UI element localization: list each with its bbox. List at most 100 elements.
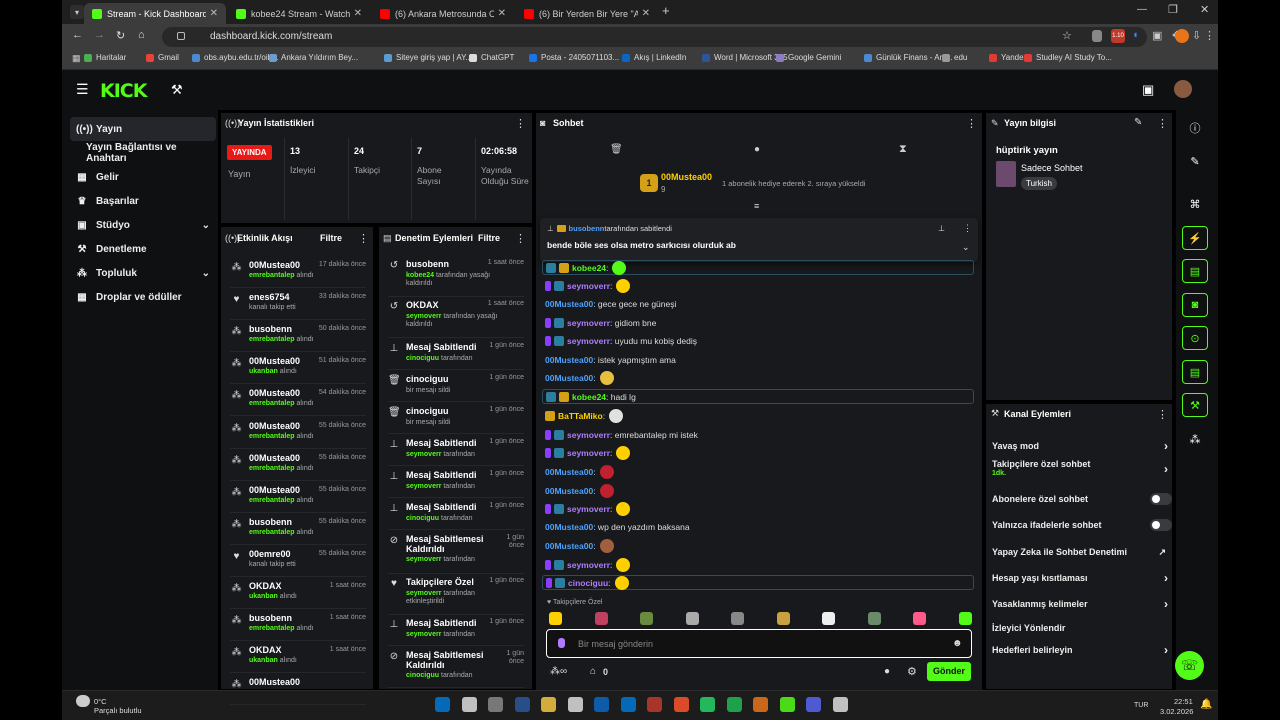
- extension-badge-icon[interactable]: 1.10: [1111, 29, 1125, 43]
- edit-icon[interactable]: ✎: [1182, 149, 1208, 173]
- audio-extension-icon[interactable]: ◖: [1132, 29, 1139, 41]
- message-icon[interactable]: ●: [754, 144, 760, 155]
- kick-logo[interactable]: KICK: [100, 80, 147, 102]
- moderation-action[interactable]: ⊘ Mesaj Sabitlemesi Kaldırıldı cinociguu t…: [388, 648, 524, 688]
- moderation-action[interactable]: ⊥ Mesaj Sabitlendi seymoverr tarafından 1 g…: [388, 468, 524, 498]
- nav-item-5[interactable]: ▣ Stüdyo ⌄: [70, 213, 216, 237]
- chat-username[interactable]: 00Mustea00: [545, 467, 593, 477]
- moderation-action[interactable]: ♥ Takipçilere Özel seymoverr tarafından et…: [388, 575, 524, 615]
- tab-close-icon[interactable]: ✕: [354, 8, 362, 19]
- gift-leader-name[interactable]: 00Mustea00: [661, 172, 712, 182]
- chat-username[interactable]: seymoverr: [567, 336, 610, 346]
- chat-message[interactable]: 00Mustea00:: [545, 538, 975, 554]
- chat-message[interactable]: 00Mustea00:: [545, 483, 975, 499]
- chat-message[interactable]: 00Mustea00:: [545, 370, 975, 386]
- channel-action-item[interactable]: Yasaklanmış kelimeler ›: [992, 594, 1172, 614]
- quick-emote-icon[interactable]: [776, 612, 790, 625]
- moderation-action[interactable]: ⊥ Mesaj Sabitlendi seymoverr tarafından 1 g…: [388, 616, 524, 646]
- info-icon[interactable]: ⓘ: [1182, 116, 1208, 140]
- browser-tab[interactable]: (6) Bir Yerden Bir Yere "Ankara" ✕: [516, 3, 658, 24]
- browser-menu-icon[interactable]: ⋮: [1204, 29, 1215, 42]
- lightning-icon[interactable]: ⚡: [1182, 226, 1208, 250]
- cast-icon[interactable]: ▣: [1152, 29, 1162, 42]
- chat-message[interactable]: kobee24: hadi lg: [542, 389, 974, 404]
- broadcast-panel-icon[interactable]: ⊙: [1182, 326, 1208, 350]
- chat-username[interactable]: cinociguu: [568, 578, 608, 588]
- stats-more-icon[interactable]: ⋮: [515, 117, 526, 130]
- taskbar-app-icon[interactable]: [753, 697, 768, 712]
- quick-emote-icon[interactable]: [549, 612, 562, 625]
- activity-event[interactable]: ⁂ 00Mustea00 ukanban alındı 51 dakika önce: [230, 354, 366, 385]
- nav-item-3[interactable]: ▦ Gelir: [70, 165, 216, 189]
- tab-close-icon[interactable]: ✕: [642, 8, 650, 19]
- taskbar-app-icon[interactable]: [435, 697, 450, 712]
- channel-actions-more-icon[interactable]: ⋮: [1157, 408, 1168, 421]
- pinned-more-icon[interactable]: ⋮: [963, 223, 972, 234]
- channel-action-item[interactable]: Abonelere özel sohbet: [992, 489, 1172, 509]
- moderation-action[interactable]: ⊥ Mesaj Sabitlendi seymoverr tarafından 1 g…: [388, 436, 524, 466]
- language-indicator[interactable]: TUR: [1134, 702, 1148, 709]
- tools-panel-icon[interactable]: ⚒: [1182, 393, 1208, 417]
- quick-emote-icon[interactable]: [867, 612, 881, 625]
- activity-event[interactable]: ♥ 00emre00 kanalı takip etti 55 dakika önce: [230, 547, 366, 577]
- activity-event[interactable]: ⁂ 00Mustea00 emrebantalep alındı 54 dakika …: [230, 386, 366, 417]
- chat-username[interactable]: 00Mustea00: [545, 486, 593, 496]
- activity-event[interactable]: ⁂ 00Mustea00 emrebantalep alındı 55 dakika …: [230, 451, 366, 481]
- bookmark-item[interactable]: Yandex: [989, 53, 1028, 62]
- bookmark-item[interactable]: ChatGPT: [469, 53, 514, 62]
- chat-message[interactable]: 00Mustea00:: [545, 464, 975, 480]
- taskbar-app-icon[interactable]: [647, 697, 662, 712]
- taskbar-app-icon[interactable]: [832, 697, 848, 712]
- chat-message[interactable]: 00Mustea00: gece gece ne güneşi: [545, 296, 975, 312]
- chat-username[interactable]: seymoverr: [567, 448, 610, 458]
- moderation-action[interactable]: ↺ busobenn kobee24 tarafından yasağı kaldı…: [388, 257, 524, 297]
- bookmark-item[interactable]: obs.aybu.edu.tr/oib...: [192, 53, 279, 62]
- layout-icon[interactable]: ⌘: [1182, 192, 1208, 216]
- wrench-icon[interactable]: ⚒: [171, 82, 183, 98]
- site-info-icon[interactable]: [177, 32, 185, 40]
- moderation-action[interactable]: ⊥ Mesaj Sabitlendi cinociguu tarafından 1 g…: [388, 500, 524, 530]
- bookmark-item[interactable]: Günlük Finans - Anl...: [864, 53, 952, 62]
- moderation-panel-icon[interactable]: ▤: [1182, 360, 1208, 384]
- send-button[interactable]: Gönder: [927, 662, 971, 681]
- chat-message[interactable]: kobee24:: [542, 260, 974, 275]
- collapse-icon[interactable]: ≡: [754, 201, 759, 211]
- hourglass-icon[interactable]: ⧗: [899, 143, 907, 156]
- back-icon[interactable]: ←: [72, 29, 83, 41]
- taskbar-app-icon[interactable]: [673, 697, 689, 712]
- weather-icon[interactable]: [76, 695, 90, 707]
- quick-emote-icon[interactable]: [913, 612, 926, 625]
- chat-panel-icon[interactable]: ◙: [1182, 293, 1208, 317]
- browser-tab[interactable]: (6) Ankara Metrosunda OSB To ✕: [372, 3, 514, 24]
- bookmark-item[interactable]: Ankara Yıldırım Bey...: [269, 53, 358, 62]
- user-avatar[interactable]: [1174, 80, 1192, 98]
- apps-grid-icon[interactable]: ▦: [72, 53, 81, 64]
- chat-message[interactable]: seymoverr: uyudu mu kobiş dediş: [545, 333, 975, 349]
- chat-more-icon[interactable]: ⋮: [966, 117, 977, 130]
- chat-message[interactable]: seymoverr:: [545, 501, 975, 517]
- new-tab-icon[interactable]: +: [662, 3, 670, 18]
- support-chat-icon[interactable]: ☏: [1175, 651, 1204, 680]
- activity-event[interactable]: ⁂ 00Mustea00 emrebantalep alındı 55 dakika …: [230, 419, 366, 449]
- channel-action-item[interactable]: Hedefleri belirleyin ›: [992, 640, 1172, 660]
- moderation-action[interactable]: 🗑 cinociguu bir mesajı sildi 1 gün önce: [388, 372, 524, 402]
- pinned-expand-icon[interactable]: ⌄: [962, 242, 970, 253]
- chat-message[interactable]: cinociguu:: [542, 575, 974, 590]
- clock-time[interactable]: 22:51: [1174, 697, 1193, 706]
- taskbar-app-icon[interactable]: [488, 697, 503, 712]
- pinned-by-user[interactable]: busobenn: [569, 224, 605, 233]
- nav-item-4[interactable]: ♛ Başarılar: [70, 189, 216, 213]
- nav-item-8[interactable]: ▦ Droplar ve ödüller: [70, 285, 216, 309]
- community-panel-icon[interactable]: ⁂: [1182, 427, 1208, 451]
- channel-action-item[interactable]: İzleyici Yönlendir: [992, 618, 1172, 638]
- chat-username[interactable]: seymoverr: [567, 281, 610, 291]
- browser-tab[interactable]: kobee24 Stream - Watch Live o ✕: [228, 3, 370, 24]
- activity-event[interactable]: ♥ enes6754 kanalı takip etti 33 dakika önce: [230, 290, 366, 321]
- clock-date[interactable]: 3.02.2026: [1160, 707, 1193, 716]
- chat-username[interactable]: BaTTaMiko: [558, 411, 603, 421]
- channel-action-item[interactable]: Yavaş mod ›: [992, 436, 1172, 456]
- activity-event[interactable]: ⁂ 00Mustea00 emrebantalep alındı 55 dakika …: [230, 483, 366, 513]
- reload-icon[interactable]: ↻: [116, 29, 125, 42]
- close-window-icon[interactable]: ✕: [1200, 3, 1209, 16]
- moderation-more-icon[interactable]: ⋮: [515, 232, 526, 245]
